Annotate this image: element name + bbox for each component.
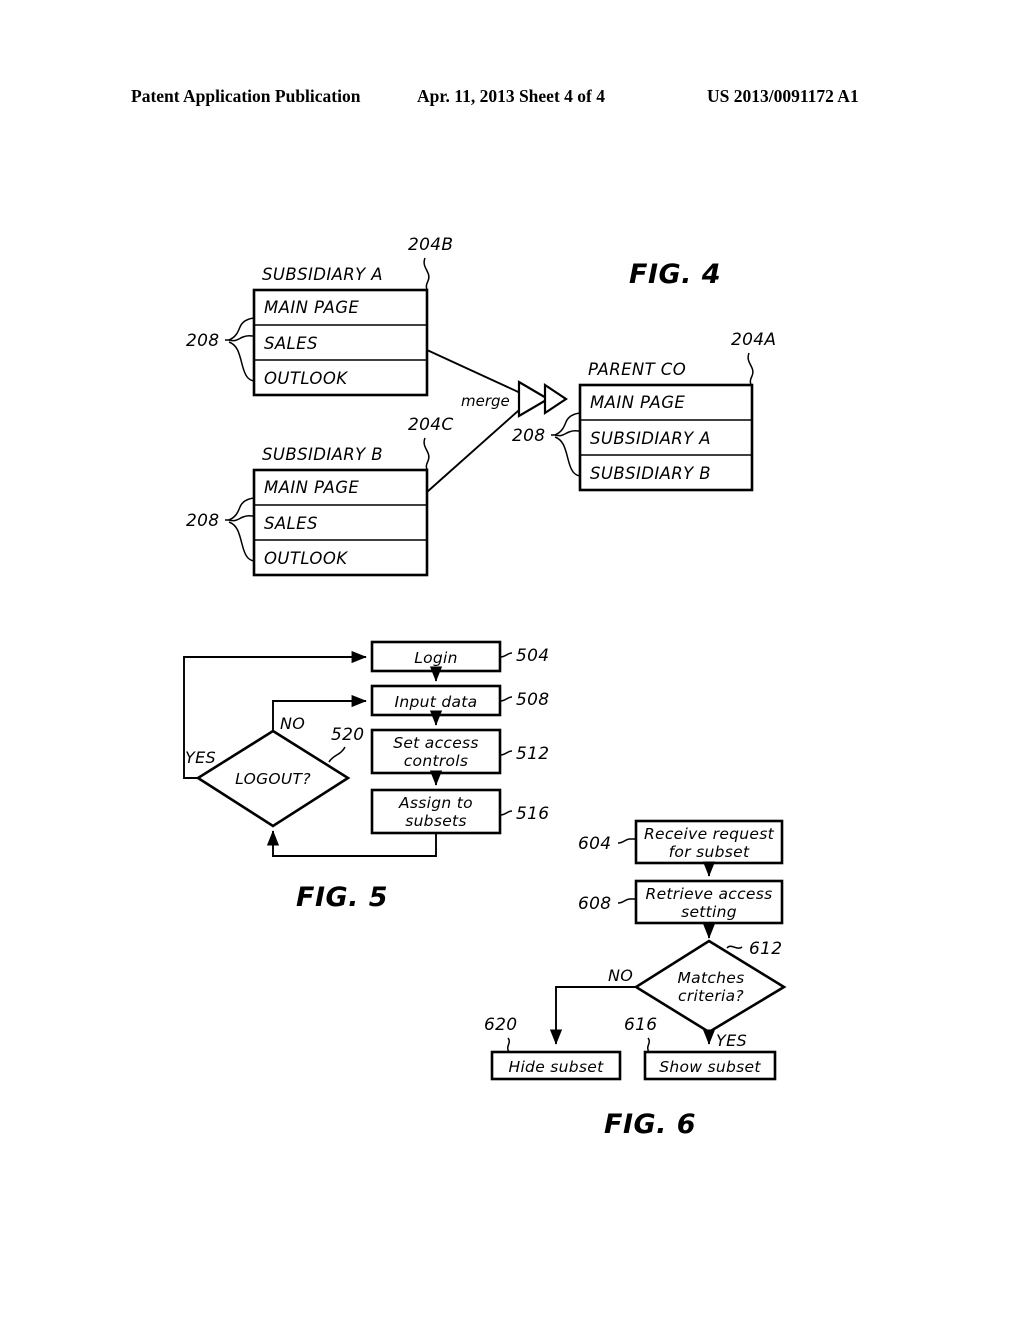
ref-508: 508: [516, 690, 549, 710]
step-retrieve-access-label-line1: Retrieve access: [646, 885, 773, 903]
subsidiary-a-row-2: OUTLOOK: [264, 369, 348, 388]
step-assign-label-line1: Assign to: [398, 794, 473, 812]
outcome-show-subset-label: Show subset: [659, 1058, 761, 1076]
patent-page: Patent Application Publication Apr. 11, …: [0, 0, 1024, 1320]
decision-logout-label: LOGOUT?: [235, 770, 311, 788]
ref-520: 520: [331, 725, 364, 745]
ref-204a: 204A: [731, 330, 776, 350]
subsidiary-b-row-2: OUTLOOK: [264, 549, 348, 568]
ref-604: 604: [578, 834, 611, 854]
step-receive-request-label-line2: for subset: [669, 843, 750, 861]
figure-5-caption: FIG. 5: [296, 882, 388, 913]
ref-204b: 204B: [408, 235, 453, 255]
merge-label: merge: [461, 392, 510, 410]
figure-6: FIG. 6 Receive request for subset 604 Re…: [484, 819, 787, 1140]
outcome-hide-subset-label: Hide subset: [509, 1058, 605, 1076]
ref-208-subsidiary-a: 208: [186, 331, 219, 351]
decision-matches-label-line1: Matches: [677, 969, 744, 987]
figure-4-caption: FIG. 4: [629, 259, 721, 290]
decision-matches-label-line2: criteria?: [678, 987, 744, 1005]
branch-yes-label-fig5: YES: [185, 748, 216, 767]
block-parent-co: PARENT CO MAIN PAGE SUBSIDIARY A SUBSIDI…: [512, 330, 776, 492]
parent-co-row-0: MAIN PAGE: [590, 393, 685, 412]
branch-yes-label-fig6: YES: [716, 1031, 747, 1050]
ref-208-subsidiary-b: 208: [186, 511, 219, 531]
ref-620: 620: [484, 1015, 517, 1035]
merge-arrow-2-icon: [543, 382, 568, 416]
step-assign-label-line2: subsets: [405, 812, 467, 830]
block-subsidiary-a: SUBSIDIARY A MAIN PAGE SALES OUTLOOK 204…: [186, 235, 453, 397]
step-retrieve-access-label-line2: setting: [681, 903, 737, 921]
subsidiary-b-title: SUBSIDIARY B: [262, 445, 383, 464]
parent-co-title: PARENT CO: [588, 360, 686, 379]
figure-6-caption: FIG. 6: [604, 1109, 696, 1140]
ref-204c: 204C: [408, 415, 454, 435]
figure-4: FIG. 4 SUBSIDIARY A MAIN PAGE SALES OUTL…: [186, 235, 776, 577]
parent-co-row-1: SUBSIDIARY A: [590, 429, 711, 448]
subsidiary-a-row-1: SALES: [264, 334, 318, 353]
step-receive-request-label-line1: Receive request: [644, 825, 775, 843]
ref-504: 504: [516, 646, 549, 666]
parent-co-row-2: SUBSIDIARY B: [590, 464, 711, 483]
subsidiary-a-title: SUBSIDIARY A: [262, 265, 383, 284]
ref-608: 608: [578, 894, 611, 914]
patent-drawing-sheet: FIG. 4 SUBSIDIARY A MAIN PAGE SALES OUTL…: [183, 235, 787, 1140]
step-set-access-label-line2: controls: [404, 752, 469, 770]
step-login-label: Login: [414, 649, 458, 667]
ref-616: 616: [624, 1015, 657, 1035]
subsidiary-b-row-0: MAIN PAGE: [264, 478, 359, 497]
ref-208-parent-co: 208: [512, 426, 545, 446]
branch-no-label-fig6: NO: [608, 966, 633, 985]
subsidiary-b-row-1: SALES: [264, 514, 318, 533]
ref-516: 516: [516, 804, 549, 824]
figure-5: FIG. 5 Login 504 Input data 508 Set acce…: [183, 640, 549, 913]
subsidiary-a-row-0: MAIN PAGE: [264, 298, 359, 317]
ref-612: 612: [749, 939, 782, 959]
branch-no-label-fig5: NO: [280, 714, 305, 733]
step-set-access-label-line1: Set access: [393, 734, 479, 752]
step-input-label: Input data: [395, 693, 478, 711]
ref-512: 512: [516, 744, 549, 764]
block-subsidiary-b: SUBSIDIARY B MAIN PAGE SALES OUTLOOK 204…: [186, 415, 454, 577]
merge-arrow-1-icon: [517, 380, 551, 418]
